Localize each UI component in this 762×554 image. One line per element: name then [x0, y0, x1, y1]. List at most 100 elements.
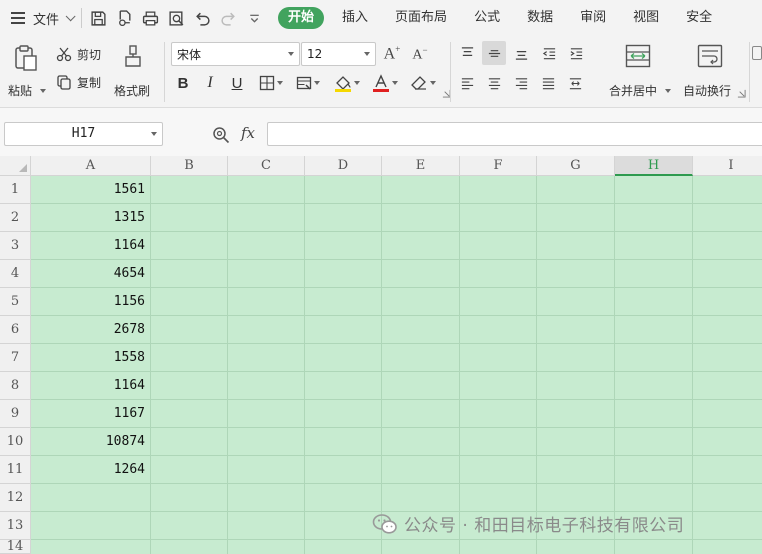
tab-data[interactable]: 数据: [527, 7, 553, 29]
decrease-font-size-button[interactable]: A−: [409, 42, 431, 66]
column-header-c[interactable]: C: [228, 156, 305, 176]
cell-a10[interactable]: 10874: [31, 428, 149, 455]
row-header[interactable]: 7: [0, 344, 31, 372]
format-painter-icon: [125, 45, 141, 67]
align-left-button[interactable]: [456, 72, 478, 94]
cell-a7[interactable]: 1558: [31, 344, 149, 371]
column-header-g[interactable]: G: [537, 156, 615, 176]
decrease-indent-button[interactable]: [538, 42, 560, 64]
borders-button[interactable]: [255, 72, 287, 94]
gridline: [31, 483, 762, 484]
cell-a11[interactable]: 1264: [31, 456, 149, 483]
copy-icon: [57, 75, 71, 90]
font-size-select[interactable]: 12: [301, 42, 376, 66]
column-header-h[interactable]: H: [615, 156, 693, 176]
align-right-button[interactable]: [510, 72, 532, 94]
export-pdf-icon[interactable]: [114, 8, 134, 28]
cell-a1[interactable]: 1561: [31, 176, 149, 203]
customize-toolbar-icon[interactable]: [244, 8, 264, 28]
column-header-d[interactable]: D: [305, 156, 382, 176]
more-ribbon-button[interactable]: [752, 42, 762, 64]
copy-label: 复制: [77, 75, 102, 90]
row-header[interactable]: 6: [0, 316, 31, 344]
cut-button[interactable]: 剪切: [56, 44, 106, 64]
row-header[interactable]: 4: [0, 260, 31, 288]
insert-function-button[interactable]: fx: [241, 124, 255, 142]
increase-font-size-button[interactable]: A+: [381, 42, 403, 66]
column-header-b[interactable]: B: [151, 156, 228, 176]
cell-a4[interactable]: 4654: [31, 260, 149, 287]
tab-formulas[interactable]: 公式: [474, 7, 500, 29]
bold-button[interactable]: B: [172, 72, 194, 94]
gridline: [459, 176, 460, 554]
chevron-down-icon: [430, 81, 436, 85]
cell-a3[interactable]: 1164: [31, 232, 149, 259]
row-header[interactable]: 1: [0, 176, 31, 204]
tab-home[interactable]: 开始: [278, 7, 325, 29]
row-header[interactable]: 14: [0, 540, 31, 554]
cell-a5[interactable]: 1156: [31, 288, 149, 315]
tab-review[interactable]: 审阅: [580, 7, 606, 29]
align-top-button[interactable]: [456, 42, 478, 64]
name-box[interactable]: H17: [4, 122, 163, 146]
row-header[interactable]: 10: [0, 428, 31, 456]
alignment-settings-launcher[interactable]: [736, 88, 746, 98]
font-color-icon: [373, 74, 389, 92]
zoom-search-icon[interactable]: [212, 126, 230, 144]
row-header[interactable]: 3: [0, 232, 31, 260]
row-header[interactable]: 5: [0, 288, 31, 316]
row-header[interactable]: 9: [0, 400, 31, 428]
increase-indent-button[interactable]: [565, 42, 587, 64]
cell-a8[interactable]: 1164: [31, 372, 149, 399]
justify-button[interactable]: [537, 72, 559, 94]
print-preview-icon[interactable]: [166, 8, 186, 28]
merge-cells-icon: [625, 44, 651, 68]
gridline: [304, 176, 305, 554]
row-header[interactable]: 8: [0, 372, 31, 400]
paste-button[interactable]: 粘贴: [8, 44, 46, 104]
cell-a6[interactable]: 2678: [31, 316, 149, 343]
merge-center-button[interactable]: 合并居中: [605, 44, 671, 104]
redo-icon[interactable]: [218, 8, 238, 28]
save-icon[interactable]: [88, 8, 108, 28]
copy-button[interactable]: 复制: [56, 72, 106, 92]
tab-security[interactable]: 安全: [686, 7, 712, 29]
tab-insert[interactable]: 插入: [342, 7, 368, 29]
column-header-f[interactable]: F: [460, 156, 537, 176]
undo-icon[interactable]: [192, 8, 212, 28]
formula-input[interactable]: [267, 122, 762, 146]
align-center-button[interactable]: [483, 72, 505, 94]
row-header[interactable]: 12: [0, 484, 31, 512]
justify-icon: [542, 77, 554, 89]
align-middle-button[interactable]: [482, 41, 506, 65]
italic-button[interactable]: I: [199, 72, 221, 94]
font-color-button[interactable]: [369, 72, 401, 94]
tab-view[interactable]: 视图: [633, 7, 659, 29]
align-bottom-button[interactable]: [510, 42, 532, 64]
row-header[interactable]: 2: [0, 204, 31, 232]
print-icon[interactable]: [140, 8, 160, 28]
column-header-i[interactable]: I: [693, 156, 762, 176]
tab-page-layout[interactable]: 页面布局: [395, 7, 447, 29]
select-all-button[interactable]: [0, 156, 31, 176]
cell-area[interactable]: 1561 1315 1164 4654 1156 2678 1558 1164 …: [31, 176, 762, 554]
font-name-value: 宋体: [177, 47, 202, 62]
file-menu[interactable]: 文件: [8, 6, 76, 30]
format-painter-button[interactable]: 格式刷: [112, 44, 156, 104]
wrap-text-button[interactable]: 自动换行: [682, 44, 738, 104]
column-header-e[interactable]: E: [382, 156, 460, 176]
chevron-down-icon: [277, 81, 283, 85]
font-name-select[interactable]: 宋体: [171, 42, 300, 66]
bold-icon: B: [177, 74, 189, 92]
distributed-align-button[interactable]: [564, 72, 586, 94]
row-header[interactable]: 13: [0, 512, 31, 540]
clear-button[interactable]: [407, 72, 439, 94]
cell-a2[interactable]: 1315: [31, 204, 149, 231]
cell-a9[interactable]: 1167: [31, 400, 149, 427]
divider: [81, 8, 83, 28]
underline-button[interactable]: U: [226, 72, 248, 94]
column-header-a[interactable]: A: [31, 156, 151, 176]
cell-style-button[interactable]: [292, 72, 324, 94]
row-header[interactable]: 11: [0, 456, 31, 484]
fill-color-button[interactable]: [330, 72, 364, 94]
